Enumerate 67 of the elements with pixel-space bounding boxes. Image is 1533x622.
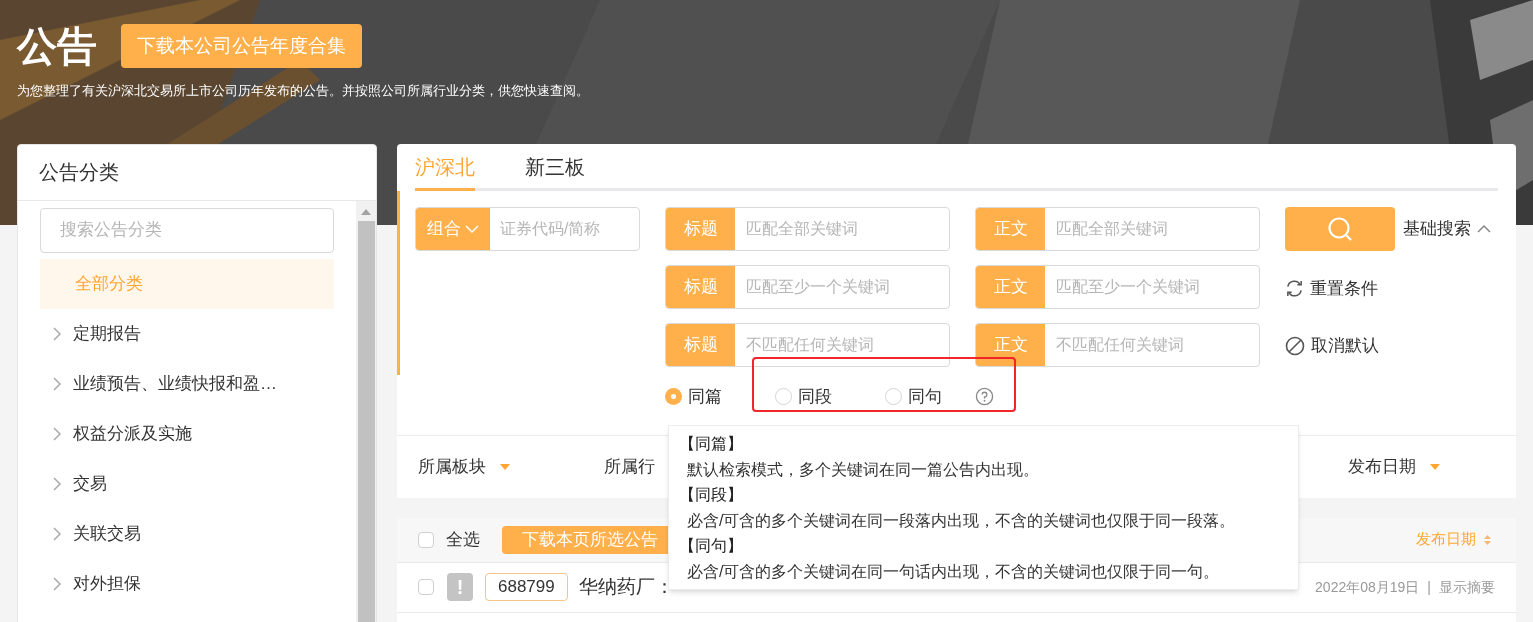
filter-dropdown[interactable]: 所属板块 [418, 453, 604, 480]
refresh-icon [1285, 278, 1304, 298]
category-item[interactable]: 定期报告 [40, 308, 334, 359]
category-label: 定期报告 [73, 322, 141, 345]
market-tab[interactable]: 新三板 [525, 151, 585, 191]
chevron-right-icon [52, 576, 62, 591]
tooltip-heading: 【同句】 [679, 536, 744, 556]
field-tag: 标题 [666, 323, 735, 366]
chevron-right-icon [52, 426, 62, 441]
page-description: 为您整理了有关沪深北交易所上市公司历年发布的公告。并按照公司所属行业分类，供您快速查阅。 [17, 82, 590, 100]
tooltip-text: 必含/可含的多个关键词在同一段落内出现，不含的关键词也仅限于同一段落。 [687, 510, 1237, 531]
caret-down-icon [1430, 463, 1440, 470]
field-placeholder: 证券代码/简称 [499, 218, 602, 239]
field-placeholder: 不匹配任何关键词 [1055, 334, 1185, 355]
chevron-right-icon [52, 526, 62, 541]
match-mode-radio[interactable]: 同句 [885, 383, 995, 410]
checkbox[interactable] [418, 579, 434, 595]
checkbox[interactable] [418, 531, 434, 548]
chevron-right-icon [52, 476, 62, 491]
reset-button[interactable]: 重置条件 [1285, 275, 1491, 301]
tooltip-text: 必含/可含的多个关键词在同一句话内出现，不含的关键词也仅限于同一句。 [687, 561, 1221, 582]
field-tag: 正文 [976, 265, 1045, 308]
tooltip-text: 默认检索模式，多个关键词在同一篇公告内出现。 [687, 459, 1040, 480]
field-placeholder: 不匹配任何关键词 [745, 334, 875, 355]
publish-date: 2022年08月19日 [1315, 577, 1420, 597]
field-tag: 正文 [976, 207, 1045, 250]
field-tag: 标题 [666, 207, 735, 250]
category-item[interactable]: 权益分派及实施 [40, 408, 334, 459]
category-item[interactable]: 业绩预告、业绩快报和盈… [40, 358, 334, 409]
panel-title: 公告分类 [18, 144, 376, 201]
filter-dropdown[interactable]: 发布日期 [1348, 453, 1440, 480]
search-button[interactable] [1285, 206, 1395, 251]
category-label: 交易 [73, 472, 107, 495]
field-tag: 标题 [666, 265, 735, 308]
category-item[interactable]: 关联交易 [40, 508, 334, 559]
match-mode-radio[interactable]: 同段 [775, 383, 885, 410]
field-placeholder: 匹配全部关键词 [1055, 218, 1169, 239]
scrollbar[interactable] [356, 200, 376, 622]
scroll-up-icon[interactable] [361, 208, 371, 215]
cancel-default-button[interactable]: 取消默认 [1285, 333, 1491, 359]
mode-toggle-link[interactable]: 基础搜索 [1403, 215, 1491, 242]
field-placeholder: 匹配至少一个关键词 [1055, 276, 1201, 297]
flag-badge: ! [447, 573, 473, 601]
field-tag: 正文 [976, 323, 1045, 366]
tooltip-heading: 【同段】 [679, 485, 744, 505]
category-item[interactable]: 交易 [40, 458, 334, 509]
category-label: 全部分类 [75, 272, 143, 295]
separator: | [1427, 577, 1431, 597]
match-mode-radio[interactable]: 同篇 [665, 383, 775, 410]
page-title: 公告 [17, 26, 97, 66]
select-all-label: 全选 [446, 528, 480, 551]
category-item[interactable]: 对外担保 [40, 558, 334, 609]
stock-code: 688799 [485, 573, 568, 601]
chevron-right-icon [52, 326, 62, 341]
help-icon[interactable] [975, 387, 994, 406]
field-placeholder: 匹配至少一个关键词 [745, 276, 891, 297]
field-placeholder: 匹配全部关键词 [745, 218, 859, 239]
prohibit-icon [1285, 335, 1305, 356]
category-label: 关联交易 [73, 522, 141, 545]
search-icon [1327, 215, 1353, 242]
category-label: 权益分派及实施 [73, 422, 192, 445]
category-label: 对外担保 [73, 572, 141, 595]
category-label: 业绩预告、业绩快报和盈… [73, 372, 277, 395]
sort-icon [1484, 534, 1491, 545]
chevron-right-icon [52, 376, 62, 391]
caret-down-icon [500, 463, 510, 470]
tooltip-heading: 【同篇】 [679, 434, 744, 454]
